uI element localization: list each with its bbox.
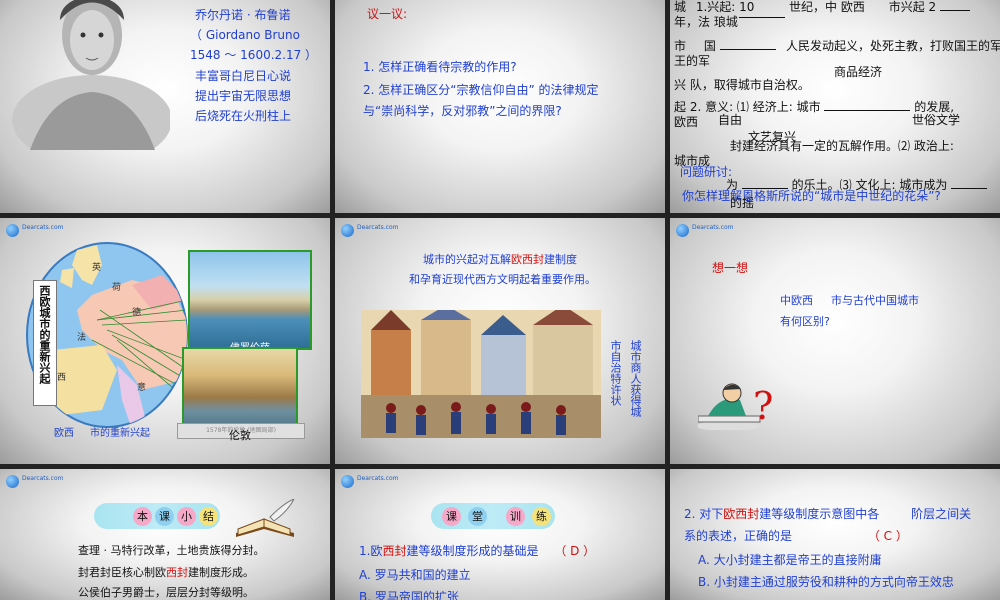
s3-west-europe-2: 欧西 — [674, 115, 699, 129]
s3-laon: 琅城 — [713, 15, 738, 29]
slide-logo: Dearcats.com — [6, 224, 68, 238]
discuss-question-1: 1. 怎样正确看待宗教的作用? — [363, 60, 517, 74]
svg-text:英: 英 — [92, 261, 101, 273]
think-question: 中欧西 市与古代中国城市 — [780, 294, 919, 307]
s3-west-europe: 欧西 — [840, 0, 865, 14]
logo-brand: Dearcats.com — [357, 224, 399, 231]
svg-text:荷: 荷 — [112, 282, 121, 293]
slide-thumbnail-2[interactable]: 议一议: 1. 怎样正确看待宗教的作用? 2. 怎样正确区分“宗教信仰自由” 的… — [335, 0, 665, 213]
slide-logo: Dearcats.com — [341, 475, 403, 489]
map-title: 西欧城市的重新兴起 — [38, 285, 51, 384]
s3-number-2: 2 — [928, 0, 937, 14]
slide-thumbnail-1[interactable]: 乔尔丹诺 · 布鲁诺 （ Giordano Bruno 1548 ～ 1600.… — [0, 0, 330, 213]
s3-discussion-heading: 问题研讨: — [680, 165, 733, 179]
s3-freedom: 自由 — [718, 113, 743, 127]
logo-brand: Dearcats.com — [22, 475, 64, 482]
bruno-fact-1: 丰富哥白尼日心说 — [195, 69, 292, 83]
s3-blank-people — [719, 49, 776, 50]
summary-banner-char-3: 小 — [177, 507, 196, 526]
practice-banner-char-3: 训 — [506, 507, 525, 526]
bruno-fact-2: 提出宇宙无限思想 — [195, 89, 292, 103]
bruno-portrait-image — [12, 0, 170, 150]
s3-king-label: 王的军 — [674, 54, 711, 68]
practice-question-2-cont: 系的表述，正确的是 （ C ） — [684, 529, 908, 543]
summary-banner-char-2: 课 — [155, 507, 174, 526]
s5-vertical-caption-right: 城市商人获得城 — [629, 340, 642, 417]
summary-line-2: 封君封臣核心制欧西封建制度形成。 — [78, 566, 254, 579]
practice-question-2: 2. 对下欧西封建等级制度示意图中各 阶层之间关 — [684, 507, 972, 521]
think-question-2: 有何区别? — [780, 315, 830, 328]
slide-thumbnail-3[interactable]: 城 1.兴起: 10 世纪，中 欧西 市兴起 2 年，法 琅城 市 国 人民发动… — [670, 0, 1000, 213]
s3-commodity-economy: 商品经济 — [834, 65, 883, 79]
logo-brand: Dearcats.com — [22, 224, 64, 231]
globe-icon — [676, 224, 689, 237]
practice-question-1: 1.欧西封建等级制度形成的基础是 （ D ） — [359, 544, 596, 558]
logo-brand: Dearcats.com — [357, 475, 399, 482]
s3-blank-century: 10 — [739, 0, 786, 18]
bruno-name: 乔尔丹诺 · 布鲁诺 — [195, 8, 291, 22]
logo-brand: Dearcats.com — [692, 224, 734, 231]
discuss-heading: 议一议: — [367, 7, 408, 21]
practice-option-a[interactable]: A. 罗马共和国的建立 — [359, 565, 471, 585]
slide-thumbnail-7[interactable]: Dearcats.com 本 课 小 结 查理 · 马特行改革，土地贵族得分封。… — [0, 469, 330, 600]
bruno-dates: 1548 ～ 1600.2.17 ） — [190, 48, 318, 62]
s5-line-2: 和孕育近现代西方文明起着重要作用。 — [409, 273, 596, 286]
think-heading: 想一想 — [712, 261, 749, 275]
photo-florence: 佛罗伦萨 — [188, 250, 312, 354]
globe-icon — [6, 224, 19, 237]
s3-blank-culture — [951, 188, 988, 189]
discuss-question-2: 2. 怎样正确区分“宗教信仰自由” 的法律规定 — [363, 83, 599, 97]
slide-logo: Dearcats.com — [676, 224, 738, 238]
s3-autonomy-text: 兴 队，取得城市自治权。 — [674, 78, 810, 92]
practice-banner-char-2: 堂 — [468, 507, 487, 526]
slide-logo: Dearcats.com — [341, 224, 403, 238]
slide-thumbnail-8[interactable]: Dearcats.com 课 堂 训 练 1.欧西封建等级制度形成的基础是 （ … — [335, 469, 665, 600]
slide-thumbnail-4[interactable]: Dearcats.com 英 荷 德 法 意 西 西欧城市的重新兴起 1578年… — [0, 218, 330, 464]
practice-option-b[interactable]: B. 罗马帝国的扩张 — [359, 587, 459, 600]
s3-century-text: 世纪，中 — [789, 0, 838, 14]
s3-uprising-text: 人民发动起义，处死主教，打败国王的军 — [786, 39, 1000, 53]
s3-feudal-text: 封建经济具有一定的瓦解作用。⑵ 政治上: — [730, 139, 954, 153]
svg-text:西: 西 — [57, 372, 66, 383]
discuss-question-2-cont: 与“崇尚科学，反对邪教”之间的界限? — [363, 104, 562, 118]
map-caption-west-europe: 欧西 — [54, 428, 74, 439]
s3-engels-question: 你怎样理解恩格斯所说的“城市是中世纪的花朵”? — [682, 189, 941, 203]
s5-line-1: 城市的兴起对瓦解欧西封建制度 — [423, 253, 577, 266]
practice-answer-2: （ C ） — [867, 529, 908, 543]
practice-banner-char-4: 练 — [532, 507, 551, 526]
svg-text:意: 意 — [137, 381, 146, 393]
svg-text:法: 法 — [77, 331, 86, 343]
s3-blank-development — [824, 110, 911, 111]
summary-banner-char-4: 结 — [199, 507, 218, 526]
bruno-latin-name: （ Giordano Bruno — [190, 28, 300, 42]
s3-year-text: 年，法 — [674, 15, 711, 29]
map-caption-cities: 市的重新兴起 — [90, 428, 150, 439]
s3-blank-year — [940, 10, 970, 11]
practice-answer-1: （ D ） — [554, 544, 596, 558]
svg-text:德: 德 — [132, 306, 141, 318]
practice-2-option-a[interactable]: A. 大小封建主都是帝王的直接附庸 — [698, 550, 882, 570]
book-quill-icon — [236, 499, 295, 537]
summary-line-1: 查理 · 马特行改革，土地贵族得分封。 — [78, 544, 265, 557]
slide-thumbnail-9[interactable]: 2. 对下欧西封建等级制度示意图中各 阶层之间关 系的表述，正确的是 （ C ）… — [670, 469, 1000, 600]
bruno-fact-3: 后烧死在火刑柱上 — [195, 109, 292, 123]
globe-icon — [6, 475, 19, 488]
summary-line-3: 公侯伯子男爵士，层层分封等级明。 — [78, 586, 254, 599]
s3-cradle: 的摇 — [730, 196, 755, 210]
map-title-box: 西欧城市的重新兴起 — [33, 280, 57, 406]
s5-vertical-caption-left: 市自治特许状 — [609, 340, 622, 406]
slide-logo: Dearcats.com — [6, 475, 68, 489]
slide-thumbnail-5[interactable]: Dearcats.com 城市的兴起对瓦解欧西封建制度 和孕育近现代西方文明起着… — [335, 218, 665, 464]
question-mark-icon: ? — [753, 384, 774, 428]
s3-city-rise: 市兴起 — [888, 0, 925, 14]
photo-london-caption: 伦敦 — [229, 429, 251, 442]
medieval-city-painting — [361, 310, 601, 438]
summary-banner-char-1: 本 — [133, 507, 152, 526]
practice-2-option-b[interactable]: B. 小封建主通过服劳役和耕种的方式向帝王效忠 — [698, 572, 954, 592]
slide-thumbnail-6[interactable]: Dearcats.com 想一想 中欧西 市与古代中国城市 有何区别? ? — [670, 218, 1000, 464]
s3-secular-literature: 世俗文学 — [912, 113, 961, 127]
globe-icon — [341, 224, 354, 237]
globe-icon — [341, 475, 354, 488]
practice-banner-char-1: 课 — [442, 507, 461, 526]
